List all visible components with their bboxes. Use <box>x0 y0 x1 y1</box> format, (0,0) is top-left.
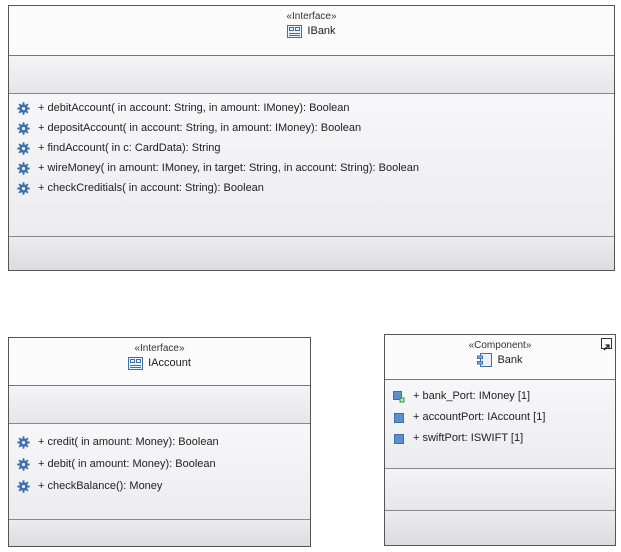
operation-gear-icon <box>17 479 30 493</box>
port-icon <box>394 412 404 423</box>
iaccount-stereotype: «Interface» <box>134 343 185 354</box>
bank-name: Bank <box>497 354 523 366</box>
bank-header: «Component» Bank <box>385 335 615 380</box>
operation-label: + debitAccount( in account: String, in a… <box>38 102 350 114</box>
expand-icon[interactable] <box>601 338 612 351</box>
ibank-footer-compartment <box>9 237 614 270</box>
operation-label: + findAccount( in c: CardData): String <box>38 142 221 154</box>
ibank-header: «Interface» IBank <box>9 6 614 56</box>
operation-label: + debit( in amount: Money): Boolean <box>38 458 216 470</box>
interface-icon <box>128 356 144 370</box>
iaccount-footer-compartment <box>9 520 310 546</box>
operation-label: + checkCreditials( in account: String): … <box>38 182 264 194</box>
expand-arrow-icon <box>603 344 610 351</box>
operation-gear-icon <box>17 161 30 175</box>
bank-component-box[interactable]: «Component» Bank + bank_Port: IMoney [1]… <box>384 334 616 546</box>
port-label: + accountPort: IAccount [1] <box>413 411 546 423</box>
operation-item[interactable]: + debit( in amount: Money): Boolean <box>17 453 310 475</box>
bank-ports-compartment: + bank_Port: IMoney [1] + accountPort: I… <box>385 380 615 469</box>
ibank-name-row: IBank <box>9 23 614 39</box>
iaccount-name: IAccount <box>148 357 191 369</box>
iaccount-attributes-compartment <box>9 386 310 424</box>
operation-label: + depositAccount( in account: String, in… <box>38 122 362 134</box>
port-label: + bank_Port: IMoney [1] <box>413 390 531 402</box>
bank-name-row: Bank <box>385 352 615 368</box>
provided-port-icon <box>393 390 405 402</box>
interface-icon <box>287 24 303 38</box>
operation-item[interactable]: + credit( in amount: Money): Boolean <box>17 431 310 453</box>
bank-operations-compartment <box>385 469 615 511</box>
operation-gear-icon <box>17 101 30 115</box>
ibank-name: IBank <box>307 25 336 37</box>
port-item[interactable]: + bank_Port: IMoney [1] <box>393 386 615 407</box>
operation-item[interactable]: + wireMoney( in amount: IMoney, in targe… <box>17 158 614 178</box>
component-icon <box>477 353 493 367</box>
port-item[interactable]: + accountPort: IAccount [1] <box>393 407 615 428</box>
operation-item[interactable]: + checkBalance(): Money <box>17 475 310 497</box>
ibank-attributes-compartment <box>9 56 614 94</box>
iaccount-header: «Interface» IAccount <box>9 338 310 386</box>
operation-gear-icon <box>17 457 30 471</box>
iaccount-name-row: IAccount <box>9 355 310 371</box>
ibank-interface-box[interactable]: «Interface» IBank + debitAccount( in acc… <box>8 5 615 271</box>
bank-footer-compartment <box>385 511 615 545</box>
port-icon <box>394 433 404 444</box>
operation-label: + wireMoney( in amount: IMoney, in targe… <box>38 162 420 174</box>
iaccount-interface-box[interactable]: «Interface» IAccount + credit( in amount… <box>8 337 311 547</box>
port-item[interactable]: + swiftPort: ISWIFT [1] <box>393 428 615 449</box>
operation-label: + checkBalance(): Money <box>38 480 163 492</box>
operation-item[interactable]: + findAccount( in c: CardData): String <box>17 138 614 158</box>
port-label: + swiftPort: ISWIFT [1] <box>413 432 524 444</box>
operation-gear-icon <box>17 141 30 155</box>
ibank-stereotype: «Interface» <box>286 11 337 22</box>
operation-gear-icon <box>17 435 30 449</box>
operation-gear-icon <box>17 181 30 195</box>
iaccount-operations-compartment: + credit( in amount: Money): Boolean + d… <box>9 424 310 520</box>
bank-stereotype: «Component» <box>468 340 532 351</box>
ibank-operations-compartment: + debitAccount( in account: String, in a… <box>9 94 614 237</box>
operation-item[interactable]: + debitAccount( in account: String, in a… <box>17 98 614 118</box>
operation-gear-icon <box>17 121 30 135</box>
operation-item[interactable]: + checkCreditials( in account: String): … <box>17 178 614 198</box>
operation-item[interactable]: + depositAccount( in account: String, in… <box>17 118 614 138</box>
operation-label: + credit( in amount: Money): Boolean <box>38 436 219 448</box>
